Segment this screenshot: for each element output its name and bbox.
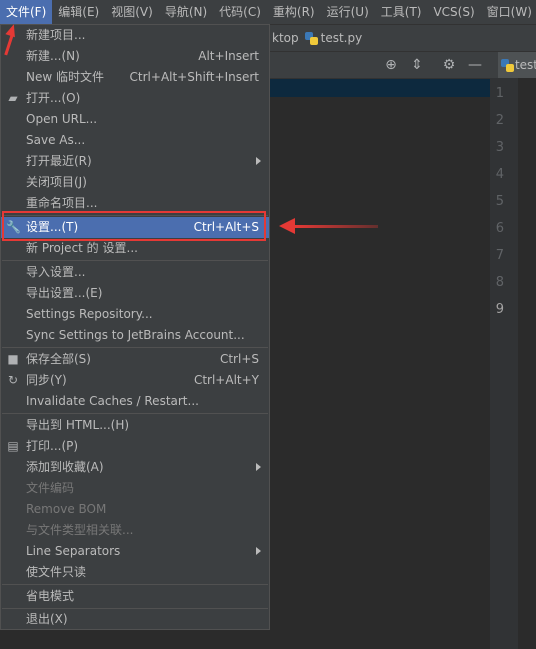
annotation-highlight-box [2,211,266,241]
submenu-arrow-icon [256,547,261,555]
breadcrumb: ktop test.py [270,25,536,52]
menubar-code[interactable]: 代码(C) [213,0,267,24]
menubar-file[interactable]: 文件(F) [0,0,53,24]
python-file-icon [304,31,318,45]
menu-item-save-all[interactable]: ■ 保存全部(S) Ctrl+S [1,349,269,370]
line-number: 2 [495,113,504,128]
menu-item-open-recent[interactable]: 打开最近(R) [1,151,269,172]
breadcrumb-file[interactable]: test.py [321,31,363,45]
minimize-icon[interactable]: — [466,56,484,74]
menubar-edit[interactable]: 编辑(E) [52,0,105,24]
menu-item-new-project[interactable]: 新建项目... [1,25,269,46]
menubar-view[interactable]: 视图(V) [105,0,159,24]
menu-item-print[interactable]: ▤ 打印...(P) [1,436,269,457]
submenu-arrow-icon [256,157,261,165]
line-number: 1 [495,86,504,101]
save-icon: ■ [7,352,19,366]
menu-item-invalidate-caches[interactable]: Invalidate Caches / Restart... [1,391,269,412]
gear-icon[interactable]: ⚙ [440,56,458,74]
refresh-icon: ↻ [7,373,19,387]
menubar-window[interactable]: 窗口(W) [481,0,536,24]
menu-item-export-html[interactable]: 导出到 HTML...(H) [1,415,269,436]
menu-item-new[interactable]: 新建...(N) Alt+Insert [1,46,269,67]
menu-item-close-project[interactable]: 关闭项目(J) [1,172,269,193]
menu-separator [2,347,268,348]
menu-item-export-settings[interactable]: 导出设置...(E) [1,283,269,304]
project-toolbar: ⊕ ⇕ ⚙ — [270,52,490,79]
selected-tree-row[interactable] [270,79,490,97]
project-panel [270,79,490,649]
line-number: 7 [495,248,504,263]
main-menubar: 文件(F) 编辑(E) 视图(V) 导航(N) 代码(C) 重构(R) 运行(U… [0,0,536,25]
collapse-icon[interactable]: ⇕ [408,56,426,74]
menu-item-synchronize[interactable]: ↻ 同步(Y) Ctrl+Alt+Y [1,370,269,391]
folder-icon: ▰ [8,91,18,105]
menu-item-open[interactable]: ▰ 打开...(O) [1,88,269,109]
menu-item-open-url[interactable]: Open URL... [1,109,269,130]
code-editor[interactable] [518,78,536,649]
menubar-tools[interactable]: 工具(T) [375,0,428,24]
menu-separator [2,260,268,261]
target-icon[interactable]: ⊕ [382,56,400,74]
line-number: 4 [495,167,504,182]
line-number: 6 [495,221,504,236]
line-number-current: 9 [495,302,504,317]
annotation-arrow-icon [279,218,295,234]
file-menu: 新建项目... 新建...(N) Alt+Insert New 临时文件 Ctrl+… [0,24,270,630]
menu-item-file-encoding: 文件编码 [26,481,75,495]
breadcrumb-folder[interactable]: ktop [272,31,299,45]
menu-item-add-to-favorites[interactable]: 添加到收藏(A) [1,457,269,478]
menu-item-import-settings[interactable]: 导入设置... [1,262,269,283]
annotation-arrow-shaft [294,225,378,228]
menu-item-make-read-only[interactable]: 使文件只读 [1,562,269,583]
menu-item-exit[interactable]: 退出(X) [1,609,269,630]
menu-item-new-project-settings[interactable]: 新 Project 的 设置... [1,238,269,259]
editor-tabs: test [490,52,536,79]
menubar-navigate[interactable]: 导航(N) [159,0,213,24]
menu-item-power-save-mode[interactable]: 省电模式 [1,586,269,607]
menu-item-remove-bom: Remove BOM [26,502,107,516]
menu-item-new-scratch[interactable]: New 临时文件 Ctrl+Alt+Shift+Insert [1,67,269,88]
menu-separator [2,413,268,414]
line-number: 5 [495,194,504,209]
printer-icon: ▤ [7,439,19,453]
editor-tab-label: test [514,58,536,72]
editor-tab-test[interactable]: test [498,52,536,78]
python-file-icon [501,58,514,72]
line-number: 3 [495,140,504,155]
line-number-gutter: 1 2 3 4 5 6 7 8 9 [490,78,518,649]
menu-item-line-separators[interactable]: Line Separators [1,541,269,562]
menu-item-settings-repository[interactable]: Settings Repository... [1,304,269,325]
menubar-vcs[interactable]: VCS(S) [427,0,480,24]
submenu-arrow-icon [256,463,261,471]
menubar-run[interactable]: 运行(U) [321,0,375,24]
line-number: 8 [495,275,504,290]
menu-separator [2,584,268,585]
menu-item-save-as[interactable]: Save As... [1,130,269,151]
menu-item-associate-file-type: 与文件类型相关联... [26,523,134,537]
menubar-refactor[interactable]: 重构(R) [267,0,321,24]
menu-item-sync-settings[interactable]: Sync Settings to JetBrains Account... [1,325,269,346]
